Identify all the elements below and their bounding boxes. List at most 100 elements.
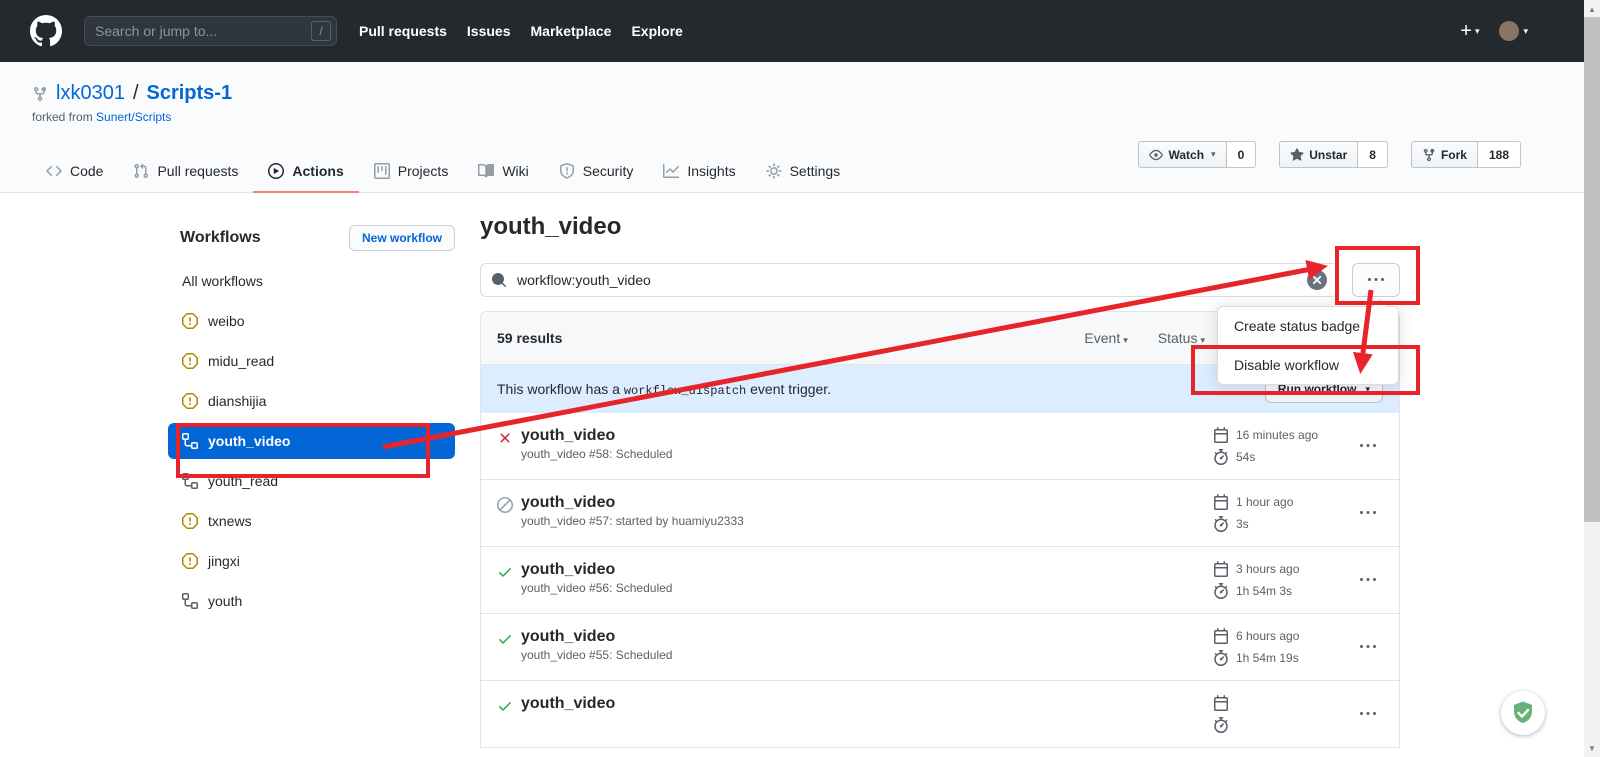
run-options-button[interactable] bbox=[1353, 427, 1383, 465]
watch-count[interactable]: 0 bbox=[1227, 141, 1257, 168]
sidebar-workflow-item[interactable]: midu_read bbox=[168, 343, 455, 379]
status-filter[interactable]: Status▾ bbox=[1158, 330, 1205, 346]
sidebar-workflow-label: midu_read bbox=[208, 353, 274, 369]
warning-icon bbox=[182, 393, 198, 409]
event-filter[interactable]: Event▾ bbox=[1084, 330, 1127, 346]
sidebar-workflow-item[interactable]: All workflows bbox=[168, 263, 455, 299]
kebab-icon bbox=[1360, 639, 1376, 655]
run-title-link[interactable]: youth_video bbox=[521, 494, 744, 512]
run-title-link[interactable]: youth_video bbox=[521, 695, 615, 713]
stopwatch-icon bbox=[1213, 717, 1229, 733]
unstar-button[interactable]: Unstar bbox=[1279, 141, 1358, 168]
kebab-icon bbox=[1360, 706, 1376, 722]
fork-source-link[interactable]: Sunert/Scripts bbox=[96, 110, 171, 124]
run-subtitle: youth_video #55: Scheduled bbox=[521, 648, 672, 662]
sidebar-workflow-item[interactable]: txnews bbox=[168, 503, 455, 539]
run-duration: 54s bbox=[1236, 450, 1255, 464]
github-mark-icon[interactable] bbox=[30, 15, 62, 47]
run-time: 16 minutes ago bbox=[1236, 428, 1318, 442]
run-options-button[interactable] bbox=[1353, 494, 1383, 532]
tab-settings[interactable]: Settings bbox=[751, 150, 856, 193]
results-count: 59 results bbox=[497, 330, 562, 346]
run-options-button[interactable] bbox=[1353, 695, 1383, 733]
fork-label: Fork bbox=[1441, 148, 1467, 162]
warning-icon bbox=[182, 513, 198, 529]
sidebar-workflow-label: All workflows bbox=[182, 273, 263, 289]
sidebar-workflow-label: dianshijia bbox=[208, 393, 266, 409]
scroll-down-icon[interactable]: ▼ bbox=[1584, 740, 1600, 756]
watch-button[interactable]: Watch ▾ bbox=[1138, 141, 1226, 168]
tab-code[interactable]: Code bbox=[31, 150, 118, 193]
run-meta: 6 hours ago 1h 54m 19s bbox=[1213, 628, 1353, 666]
run-title-link[interactable]: youth_video bbox=[521, 561, 672, 579]
adguard-badge[interactable] bbox=[1501, 691, 1545, 735]
tab-actions[interactable]: Actions bbox=[253, 150, 358, 193]
search-icon bbox=[491, 272, 507, 288]
user-menu[interactable]: ▾ bbox=[1499, 21, 1528, 41]
sidebar-workflow-item[interactable]: weibo bbox=[168, 303, 455, 339]
main-panel: youth_video 59 results Event▾ Status▾ Th… bbox=[480, 213, 1400, 748]
menu-item-disable-workflow[interactable]: Disable workflow bbox=[1218, 346, 1398, 384]
run-duration: 3s bbox=[1236, 517, 1249, 531]
sidebar-workflow-label: youth_video bbox=[208, 433, 290, 449]
nav-links: Pull requests Issues Marketplace Explore bbox=[359, 23, 683, 39]
graph-icon bbox=[663, 163, 679, 179]
fork-count[interactable]: 188 bbox=[1478, 141, 1521, 168]
tab-wiki[interactable]: Wiki bbox=[463, 150, 543, 193]
tab-security[interactable]: Security bbox=[544, 150, 649, 193]
code-icon bbox=[46, 163, 62, 179]
clear-search-icon[interactable] bbox=[1307, 270, 1327, 290]
scroll-up-icon[interactable]: ▲ bbox=[1584, 1, 1600, 17]
workflow-icon bbox=[182, 433, 198, 449]
caret-down-icon: ▾ bbox=[1365, 384, 1370, 395]
run-duration: 1h 54m 3s bbox=[1236, 584, 1292, 598]
run-title-link[interactable]: youth_video bbox=[521, 427, 672, 445]
run-options-button[interactable] bbox=[1353, 561, 1383, 599]
fork-button[interactable]: Fork bbox=[1411, 141, 1478, 168]
shield-check-icon bbox=[1510, 700, 1536, 726]
warning-icon bbox=[182, 353, 198, 369]
star-count[interactable]: 8 bbox=[1358, 141, 1388, 168]
global-search-input[interactable] bbox=[84, 16, 337, 46]
nav-link[interactable]: Pull requests bbox=[359, 23, 447, 39]
tab-pull-requests[interactable]: Pull requests bbox=[118, 150, 253, 193]
tab-insights[interactable]: Insights bbox=[648, 150, 750, 193]
sidebar-workflow-label: youth_read bbox=[208, 473, 278, 489]
tab-projects[interactable]: Projects bbox=[359, 150, 464, 193]
repo-owner-link[interactable]: lxk0301 bbox=[56, 82, 125, 105]
run-filter-input[interactable] bbox=[480, 263, 1338, 297]
check-icon bbox=[497, 564, 513, 580]
check-icon bbox=[497, 631, 513, 647]
fork-note-prefix: forked from bbox=[32, 110, 93, 124]
nav-right-group: +▾ ▾ bbox=[1460, 20, 1528, 43]
sidebar-workflow-item[interactable]: dianshijia bbox=[168, 383, 455, 419]
menu-item-create-status-badge[interactable]: Create status badge bbox=[1218, 307, 1398, 346]
sidebar-workflow-item[interactable]: jingxi bbox=[168, 543, 455, 579]
book-icon bbox=[478, 163, 494, 179]
workflow-options-menu: Create status badge Disable workflow bbox=[1217, 306, 1399, 385]
stopwatch-icon bbox=[1213, 650, 1229, 666]
run-title-link[interactable]: youth_video bbox=[521, 628, 672, 646]
runs-list: youth_video youth_video #58: Scheduled 1… bbox=[481, 413, 1399, 747]
run-filter-search bbox=[480, 263, 1338, 297]
scrollbar-thumb[interactable] bbox=[1584, 17, 1600, 522]
repo-forked-icon bbox=[32, 86, 48, 102]
run-options-button[interactable] bbox=[1353, 628, 1383, 666]
sidebar-workflow-item[interactable]: youth bbox=[168, 583, 455, 619]
run-meta: 3 hours ago 1h 54m 3s bbox=[1213, 561, 1353, 599]
run-time: 1 hour ago bbox=[1236, 495, 1293, 509]
create-new-menu[interactable]: +▾ bbox=[1460, 20, 1479, 43]
sidebar-workflow-item[interactable]: youth_video bbox=[168, 423, 455, 459]
nav-link[interactable]: Explore bbox=[631, 23, 682, 39]
sidebar-workflow-item[interactable]: youth_read bbox=[168, 463, 455, 499]
avatar bbox=[1499, 21, 1519, 41]
new-workflow-button[interactable]: New workflow bbox=[349, 225, 455, 251]
nav-link[interactable]: Marketplace bbox=[531, 23, 612, 39]
x-icon bbox=[497, 430, 513, 446]
sidebar-workflow-label: weibo bbox=[208, 313, 245, 329]
stopwatch-icon bbox=[1213, 516, 1229, 532]
code-span: workflow_dispatch bbox=[624, 384, 746, 398]
nav-link[interactable]: Issues bbox=[467, 23, 511, 39]
repo-name-link[interactable]: Scripts-1 bbox=[147, 82, 233, 105]
kebab-icon bbox=[1360, 572, 1376, 588]
